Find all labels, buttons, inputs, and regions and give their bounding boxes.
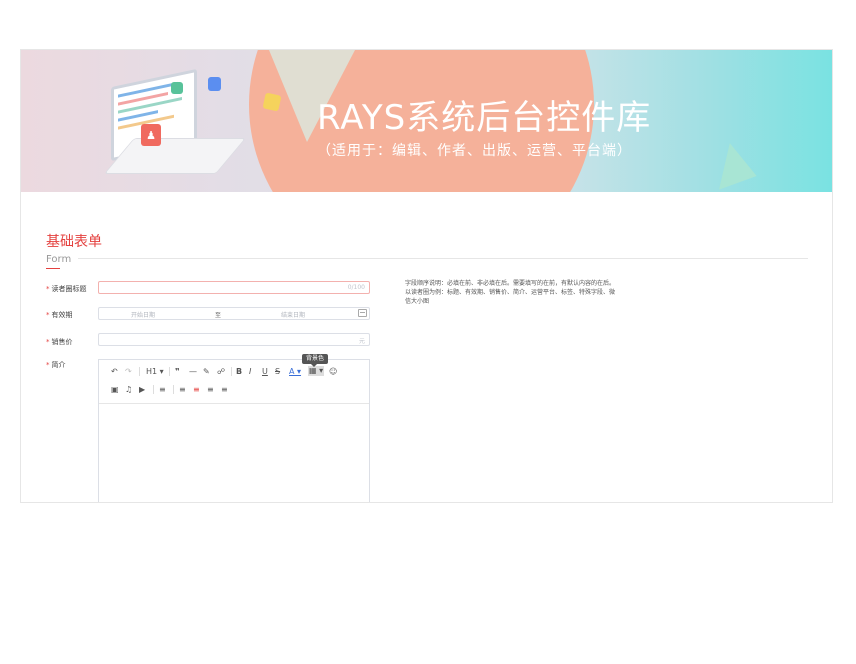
field-order-note: 字段顺序说明：必填在前、非必填在后。需要填写的在前，有默认内容的在后。 以读者圈… [405,280,616,305]
required-mark: * [46,338,50,346]
image-icon[interactable]: ▣ [111,385,119,395]
background-color-icon[interactable]: ▦ ▾ [308,366,325,376]
toolbar-tooltip: 背景色 [302,354,329,367]
audio-icon[interactable]: ♫ [125,385,132,395]
rich-text-editor[interactable]: ↶ ↷ H1 ▾ ❞ — ✎ ☍ B I U S A ▾ ▦ ▾ ☺ ▣ ♫ ▶… [98,359,370,502]
italic-icon[interactable]: I [249,367,251,377]
required-mark: * [46,285,50,293]
align-right-icon[interactable]: ≡ [207,385,214,395]
editor-content-area[interactable] [99,404,369,502]
format-painter-icon[interactable]: ✎ [203,367,210,377]
justify-icon[interactable]: ≡ [221,385,228,395]
char-counter: 0/100 [347,284,365,291]
redo-icon[interactable]: ↷ [125,367,132,377]
section-header: 基础表单 Form [46,233,102,267]
intro-field-label: * 简介 [46,361,66,369]
hero-banner: ♟ RAYS系统后台控件库 （适用于：编辑、作者、出版、运营、平台端） [21,50,832,192]
calendar-icon[interactable] [358,309,367,317]
required-mark: * [46,311,50,319]
section-title: 基础表单 [46,234,102,250]
quote-icon[interactable]: ❞ [175,367,180,377]
date-range-picker[interactable]: 开始日期 至 结束日期 [98,307,370,320]
undo-icon[interactable]: ↶ [111,367,118,377]
video-icon[interactable]: ▶ [139,385,145,395]
price-input[interactable]: 元 [98,333,370,346]
box-icon [262,92,282,112]
price-field-label: * 销售价 [46,338,73,346]
align-center-icon[interactable]: ≡ [193,385,200,395]
section-divider [78,258,808,259]
user-card-icon: ♟ [141,124,161,146]
validity-field-label: * 有效期 [46,311,73,319]
underline-icon[interactable]: U [262,367,268,377]
editor-toolbar: ↶ ↷ H1 ▾ ❞ — ✎ ☍ B I U S A ▾ ▦ ▾ ☺ ▣ ♫ ▶… [99,360,369,404]
page-frame: ♟ RAYS系统后台控件库 （适用于：编辑、作者、出版、运营、平台端） 基础表单… [20,49,833,503]
start-date-input[interactable]: 开始日期 [131,310,155,319]
price-unit: 元 [358,338,365,345]
font-color-icon[interactable]: A ▾ [289,367,301,377]
banner-subtitle: （适用于：编辑、作者、出版、运营、平台端） [317,143,632,159]
reader-circle-title-input[interactable]: 0/100 [98,281,370,294]
emoji-icon[interactable]: ☺ [329,367,337,377]
message-icon [171,82,183,94]
section-title-underline [46,268,60,269]
link-icon[interactable]: ☍ [217,367,225,377]
list-icon[interactable]: ≡ [159,385,166,395]
laptop-illustration: ♟ [81,64,282,184]
strikethrough-icon[interactable]: S [275,367,280,377]
person-icon [208,77,221,91]
title-field-label: * 读者圈标题 [46,285,87,293]
heading-dropdown-icon[interactable]: H1 ▾ [146,367,164,377]
bold-icon[interactable]: B [236,367,242,377]
section-subtitle: Form [46,254,72,265]
banner-prism-small-shape [705,138,757,190]
date-range-separator: 至 [215,312,222,319]
required-mark: * [46,361,50,369]
horizontal-rule-icon[interactable]: — [189,367,197,377]
end-date-input[interactable]: 结束日期 [281,310,305,319]
align-left-icon[interactable]: ≡ [179,385,186,395]
banner-title: RAYS系统后台控件库 [317,98,652,138]
